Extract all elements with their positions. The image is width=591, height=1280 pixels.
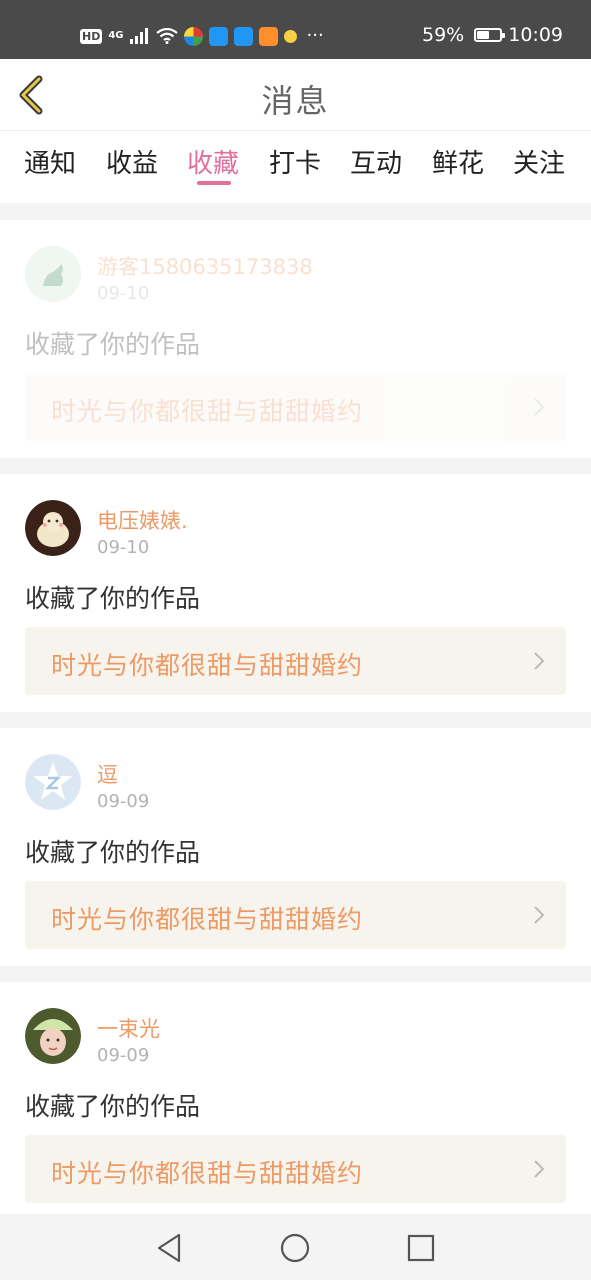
work-link[interactable]: 时光与你都很甜与甜甜婚约 [25, 1135, 566, 1203]
app-icon [208, 26, 228, 46]
action-text: 收藏了你的作品 [25, 838, 201, 867]
signal-icon [129, 28, 148, 44]
username[interactable]: 逗 [97, 759, 118, 789]
work-link[interactable]: 时光与你都很甜与甜甜婚约 [25, 373, 566, 441]
app-icon [233, 26, 253, 46]
username[interactable]: 一束光 [97, 1013, 160, 1043]
tab-favorites[interactable]: 收藏 [187, 143, 239, 180]
work-link[interactable]: 时光与你都很甜与甜甜婚约 [25, 627, 566, 695]
status-icons: HD 4G ··· [80, 22, 324, 50]
wifi-icon [155, 28, 178, 44]
item-date: 09-09 [97, 791, 150, 812]
nav-recents-icon[interactable] [404, 1231, 438, 1265]
chevron-right-icon [534, 652, 545, 670]
action-text: 收藏了你的作品 [25, 330, 201, 359]
list-item: 逗 09-09 收藏了你的作品 时光与你都很甜与甜甜婚约 [0, 728, 591, 966]
list-item: 电压婊婊. 09-10 收藏了你的作品 时光与你都很甜与甜甜婚约 [0, 474, 591, 712]
hd-badge: HD [80, 28, 103, 44]
tab-flowers[interactable]: 鲜花 [432, 143, 484, 180]
network-type: 4G [108, 30, 124, 41]
avatar[interactable] [25, 1008, 81, 1064]
page-title: 消息 [261, 82, 330, 120]
tab-following[interactable]: 关注 [513, 143, 565, 180]
tab-interaction[interactable]: 互动 [350, 143, 402, 180]
app-icon [283, 29, 297, 43]
tab-checkin[interactable]: 打卡 [269, 143, 321, 180]
tab-earnings[interactable]: 收益 [106, 143, 158, 180]
nav-back-icon[interactable] [152, 1231, 186, 1265]
list-item-content: 游客1580635173838 09-10 收藏了你的作品 时光与你都很甜与甜甜… [0, 220, 591, 458]
tab-bar: 通知 收益 收藏 打卡 互动 鲜花 关注 [0, 131, 591, 203]
battery-percent: 59% [422, 24, 465, 46]
item-date: 09-10 [97, 537, 150, 558]
work-title: 时光与你都很甜与甜甜婚约 [51, 651, 364, 680]
action-text: 收藏了你的作品 [25, 1092, 201, 1121]
work-link[interactable]: 时光与你都很甜与甜甜婚约 [25, 881, 566, 949]
item-date: 09-09 [97, 1045, 150, 1066]
tab-notifications[interactable]: 通知 [24, 143, 76, 180]
chevron-right-icon [534, 398, 545, 416]
username[interactable]: 游客1580635173838 [97, 251, 313, 281]
list-item: 一束光 09-09 收藏了你的作品 时光与你都很甜与甜甜婚约 [0, 982, 591, 1220]
battery-icon [474, 28, 506, 42]
app-icon [258, 26, 278, 46]
username[interactable]: 电压婊婊. [97, 505, 188, 535]
avatar[interactable] [25, 246, 81, 302]
status-right: 59% 10:09 [422, 24, 563, 46]
clock: 10:09 [508, 24, 563, 46]
app-icon [183, 26, 203, 46]
more-notifications: ··· [306, 25, 324, 46]
header: 消息 [0, 59, 591, 131]
work-title: 时光与你都很甜与甜甜婚约 [51, 1159, 364, 1188]
avatar[interactable] [25, 500, 81, 556]
action-text: 收藏了你的作品 [25, 584, 201, 613]
work-title: 时光与你都很甜与甜甜婚约 [51, 397, 364, 426]
item-date: 09-10 [97, 283, 150, 304]
status-bar: HD 4G ··· 59% 10:09 [0, 0, 591, 59]
system-nav-bar [0, 1214, 591, 1280]
work-title: 时光与你都很甜与甜甜婚约 [51, 905, 364, 934]
chevron-right-icon [534, 906, 545, 924]
list-item: 游客1580635173838 09-10 收藏了你的作品 时光与你都很甜与甜甜… [0, 220, 591, 458]
nav-home-icon[interactable] [278, 1231, 312, 1265]
chevron-right-icon [534, 1160, 545, 1178]
avatar[interactable] [25, 754, 81, 810]
active-tab-indicator [197, 181, 231, 185]
